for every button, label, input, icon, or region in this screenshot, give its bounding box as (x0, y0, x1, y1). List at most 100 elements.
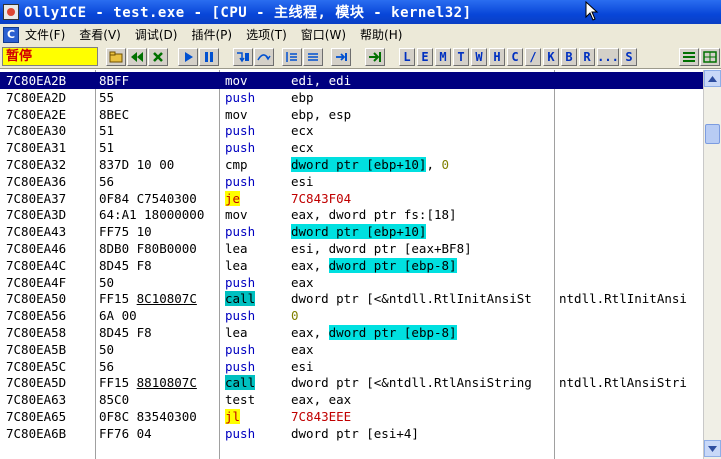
scroll-up-button[interactable] (704, 70, 721, 87)
row-hex-dump: 85C0 (99, 392, 130, 408)
menu-options[interactable]: 选项(T) (246, 26, 287, 43)
open-button[interactable] (106, 48, 126, 66)
row-operand: dword ptr [<&ntdll.RtlAnsiString (291, 374, 553, 391)
row-operand: eax, dword ptr fs:[18] (291, 206, 553, 223)
goto-arrow-icon (369, 52, 381, 62)
pause-button[interactable] (199, 48, 219, 66)
row-address: 7C80EA31 (6, 140, 67, 156)
vertical-scrollbar[interactable] (703, 70, 721, 459)
cpu-window-button[interactable]: C (507, 48, 523, 66)
execute-till-return-button[interactable] (331, 48, 351, 66)
row-mnemonic: mov (225, 106, 248, 122)
disasm-row[interactable]: 7C80EA32 837D 10 00 cmp dword ptr [ebp+10],… (0, 156, 703, 173)
references-window-button[interactable]: R (579, 48, 595, 66)
disasm-row[interactable]: 7C80EA2B 8BFF mov edi, edi (0, 72, 703, 89)
menu-help[interactable]: 帮助(H) (360, 26, 402, 43)
memory-window-button[interactable]: M (435, 48, 451, 66)
operand-immediate: 0 (291, 308, 299, 324)
disasm-row[interactable]: 7C80EA31 51 push ecx (0, 139, 703, 156)
row-hex-dump: 6A 00 (99, 308, 137, 324)
pause-icon (205, 52, 213, 62)
trace-over-button[interactable] (303, 48, 323, 66)
scroll-thumb[interactable] (705, 124, 720, 144)
disasm-row[interactable]: 7C80EA58 8D45 F8 lea eax, dword ptr [ebp-8] (0, 324, 703, 341)
run-button[interactable] (178, 48, 198, 66)
trace-into-button[interactable] (282, 48, 302, 66)
trace-into-icon (286, 52, 297, 62)
play-icon (185, 52, 193, 62)
row-mnemonic: test (225, 392, 256, 408)
row-address: 7C80EA46 (6, 241, 67, 256)
goto-button[interactable] (365, 48, 385, 66)
handles-window-button[interactable]: H (489, 48, 505, 66)
disasm-row[interactable]: 7C80EA50 FF15 8C10807C call dword ptr [<&nt… (0, 290, 703, 307)
step-over-button[interactable] (254, 48, 274, 66)
operand-text: eax (291, 274, 314, 290)
disasm-row[interactable]: 7C80EA36 56 push esi (0, 173, 703, 190)
disasm-row[interactable]: 7C80EA2E 8BEC mov ebp, esp (0, 106, 703, 123)
disasm-row[interactable]: 7C80EA4C 8D45 F8 lea eax, dword ptr [ebp-8] (0, 257, 703, 274)
operand-text: esi, dword ptr [eax+BF8] (291, 241, 472, 256)
menu-file[interactable]: 文件(F) (25, 26, 65, 43)
source-window-button[interactable]: S (621, 48, 637, 66)
disasm-row[interactable]: 7C80EA43 FF75 10 push dword ptr [ebp+10] (0, 223, 703, 240)
row-mnemonic: jl (225, 408, 287, 425)
operand-text: dword ptr [<&ntdll.RtlInitAnsiSt (291, 291, 532, 307)
disasm-row[interactable]: 7C80EA30 51 push ecx (0, 122, 703, 139)
cpu-window-icon[interactable]: C (3, 26, 19, 43)
patches-window-button[interactable]: / (525, 48, 541, 66)
operand-prefix: eax, (291, 257, 329, 273)
row-operand: eax, dword ptr [ebp-8] (291, 324, 553, 341)
row-hex-dump: 8DB0 F80B0000 (99, 241, 197, 256)
arrow-down-icon (708, 445, 717, 452)
list-view-button[interactable] (679, 48, 699, 66)
disasm-row[interactable]: 7C80EA37 0F84 C7540300 je 7C843F04 (0, 190, 703, 207)
breakpoints-window-button[interactable]: B (561, 48, 577, 66)
app-icon (3, 4, 19, 20)
row-hex-dump: 50 (99, 341, 115, 357)
row-hex-dump: 0F84 C7540300 (99, 190, 197, 206)
disasm-row[interactable]: 7C80EA5C 56 push esi (0, 358, 703, 375)
step-into-button[interactable] (233, 48, 253, 66)
step-into-icon (237, 52, 249, 63)
disasm-row[interactable]: 7C80EA5D FF15 8810807C call dword ptr [<&nt… (0, 374, 703, 391)
row-operand: eax (291, 274, 553, 291)
modules-window-button[interactable]: E (417, 48, 433, 66)
disasm-row[interactable]: 7C80EA65 0F8C 83540300 jl 7C843EEE (0, 408, 703, 425)
menu-view[interactable]: 查看(V) (79, 26, 121, 43)
disasm-row[interactable]: 7C80EA63 85C0 test eax, eax (0, 391, 703, 408)
menu-debug[interactable]: 调试(D) (135, 26, 178, 43)
disasm-row[interactable]: 7C80EA3D 64:A1 18000000 mov eax, dword ptr … (0, 206, 703, 223)
operand-separator: , (426, 157, 442, 172)
windows-window-button[interactable]: W (471, 48, 487, 66)
hex-prefix: FF15 (99, 291, 137, 307)
disassembly-pane[interactable]: 7C80EA2B 8BFF mov edi, edi 7C80EA2D 55 push ebp… (0, 70, 721, 459)
threads-window-button[interactable]: T (453, 48, 469, 66)
close-button[interactable] (148, 48, 168, 66)
row-hex-dump: 0F8C 83540300 (99, 409, 197, 424)
row-address: 7C80EA63 (6, 392, 67, 408)
disasm-row[interactable]: 7C80EA2D 55 push ebp (0, 89, 703, 106)
row-address: 7C80EA5B (6, 341, 67, 357)
run-trace-window-button[interactable]: ... (597, 48, 619, 66)
call-stack-window-button[interactable]: K (543, 48, 559, 66)
menu-window[interactable]: 窗口(W) (301, 26, 346, 43)
disasm-row[interactable]: 7C80EA4F 50 push eax (0, 274, 703, 291)
disasm-row[interactable]: 7C80EA6B FF76 04 push dword ptr [esi+4] (0, 425, 703, 442)
operand-memory-highlight: dword ptr [ebp-8] (328, 325, 457, 340)
disasm-row[interactable]: 7C80EA46 8DB0 F80B0000 lea esi, dword ptr [… (0, 240, 703, 257)
disasm-row[interactable]: 7C80EA56 6A 00 push 0 (0, 307, 703, 324)
restart-button[interactable] (127, 48, 147, 66)
scroll-down-button[interactable] (704, 440, 721, 457)
disasm-row[interactable]: 7C80EA5B 50 push eax (0, 341, 703, 358)
row-mnemonic: lea (225, 241, 248, 256)
menu-plugins[interactable]: 插件(P) (191, 26, 232, 43)
operand-text: esi (291, 173, 314, 189)
row-mnemonic: lea (225, 325, 248, 340)
log-window-button[interactable]: L (399, 48, 415, 66)
options-button[interactable] (700, 48, 720, 66)
row-operand: ecx (291, 139, 553, 156)
hex-address-ref: 8810807C (136, 375, 197, 391)
row-hex-dump: 837D 10 00 (99, 157, 175, 172)
row-hex-dump: 56 (99, 358, 115, 374)
